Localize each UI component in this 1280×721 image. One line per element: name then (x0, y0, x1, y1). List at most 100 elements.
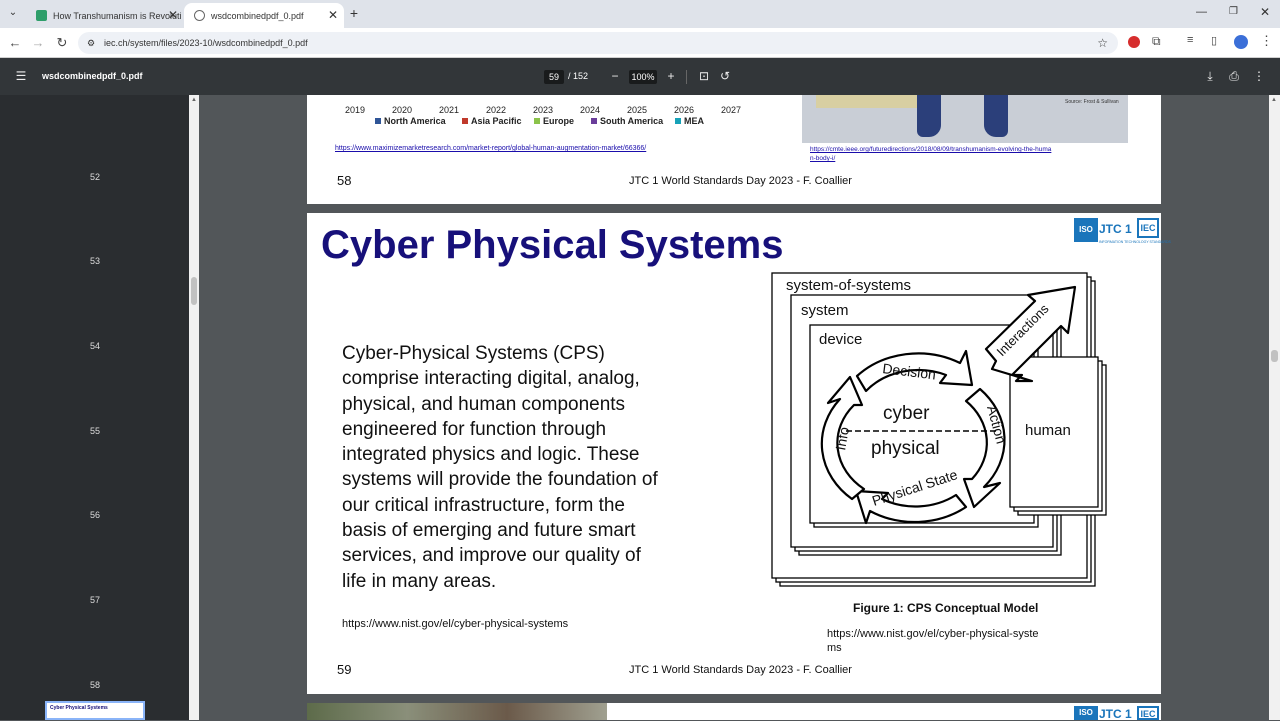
menu-icon[interactable]: ☰ (13, 68, 29, 84)
next-page-photo (307, 703, 607, 720)
thumbnail-page-label[interactable]: 58 (80, 680, 110, 690)
thumbnail-page-label[interactable]: 54 (80, 341, 110, 351)
body-line: physical, and human components (342, 393, 626, 415)
slide-title: Cyber Physical Systems (321, 223, 784, 267)
legend-swatch (462, 118, 468, 124)
nist-link-right[interactable]: https://www.nist.gov/el/cyber-physical-s… (827, 627, 1039, 655)
side-panel-icon[interactable]: ▯ (1211, 34, 1217, 47)
reference-link-line[interactable]: https://cmte.ieee.org/futuredirections/2… (810, 145, 1051, 154)
year-tick-label: 2020 (392, 105, 413, 115)
body-line: life in many areas. (342, 570, 497, 592)
pdf-toolbar: ☰ wsdcombinedpdf_0.pdf 59 / 152 − 100% +… (0, 58, 1280, 95)
label-device: device (819, 331, 862, 348)
tab-transhumanism[interactable]: How Transhumanism is Revoluti ✕ (26, 3, 184, 28)
new-tab-button[interactable]: + (346, 5, 362, 21)
download-icon[interactable]: ⤓ (1202, 68, 1218, 84)
close-tab-icon[interactable]: ✕ (328, 8, 338, 22)
rotate-icon[interactable]: ↺ (717, 68, 733, 84)
body-line: basis of emerging and future smart (342, 520, 636, 542)
nist-link-line[interactable]: ms (827, 641, 1039, 655)
thumbnail-page-label[interactable]: 53 (80, 256, 110, 266)
thumbnail-page-label[interactable]: 56 (80, 510, 110, 520)
document-scroll-up-icon[interactable]: ▲ (1271, 97, 1277, 103)
print-icon[interactable]: ⎙ (1226, 68, 1242, 84)
figure-leg-right (984, 95, 1008, 137)
body-line: comprise interacting digital, analog, (342, 368, 640, 390)
body-line: engineered for function through (342, 418, 607, 440)
legend-swatch (591, 118, 597, 124)
tab-pdf[interactable]: wsdcombinedpdf_0.pdf ✕ (184, 3, 344, 28)
logo-jtc: JTC 1 (1099, 707, 1132, 721)
reference-link-line[interactable]: n-body-i/ (810, 154, 1051, 163)
tab-title: How Transhumanism is Revoluti (53, 10, 182, 21)
label-system-of-systems: system-of-systems (786, 277, 911, 294)
thumbnail-page-label[interactable]: 52 (80, 172, 110, 182)
document-scrollbar[interactable]: ▲ (1269, 95, 1280, 720)
reference-link[interactable]: https://cmte.ieee.org/futuredirections/2… (810, 145, 1051, 163)
pdf-page-58: 2019 2020 2021 2022 2023 2024 2025 2026 2027 Nor… (307, 95, 1161, 204)
legend-label: Europe (543, 116, 575, 126)
body-line: Cyber-Physical Systems (CPS) (342, 343, 605, 364)
logo-jtc: JTC 1 (1099, 222, 1132, 236)
zoom-out-icon[interactable]: − (607, 68, 623, 84)
sidebar-scroll-thumb[interactable] (191, 277, 197, 305)
sidebar-scroll-up-icon[interactable]: ▲ (191, 97, 197, 103)
address-bar[interactable]: ⚙ iec.ch/system/files/2023-10/wsdcombine… (78, 32, 1118, 54)
page-footer: JTC 1 World Standards Day 2023 - F. Coal… (629, 664, 852, 676)
bookmark-star-icon[interactable]: ☆ (1097, 32, 1108, 54)
extensions-puzzle-icon[interactable]: ⧉ (1152, 34, 1161, 49)
reference-link[interactable]: https://www.maximizemarketresearch.com/m… (335, 145, 646, 152)
logo-iec: IEC (1137, 706, 1159, 720)
label-system: system (801, 302, 849, 319)
pdf-page-59: Cyber Physical Systems ISO JTC 1 IEC INF… (307, 213, 1171, 694)
next-page-logo: ISO JTC 1 IEC (1074, 706, 1160, 721)
document-scroll-thumb[interactable] (1271, 350, 1278, 362)
page-number-input[interactable]: 59 (544, 70, 564, 84)
page-footer: JTC 1 World Standards Day 2023 - F. Coal… (629, 175, 852, 187)
extension-red-icon[interactable] (1128, 36, 1140, 48)
nist-link-line[interactable]: https://www.nist.gov/el/cyber-physical-s… (827, 627, 1039, 641)
thumbnail-sidebar: 52 53 54 55 56 57 58 Cyber Physical Syst… (0, 95, 199, 720)
thumbnail-page-label[interactable]: 57 (80, 595, 110, 605)
page-number: 58 (337, 173, 352, 188)
sidebar-scrollbar[interactable]: ▲ (189, 95, 199, 720)
tab-strip: ⌄ How Transhumanism is Revoluti ✕ wsdcom… (0, 0, 1280, 28)
profile-avatar-icon[interactable] (1234, 35, 1248, 49)
nist-link-left[interactable]: https://www.nist.gov/el/cyber-physical-s… (342, 618, 568, 630)
close-tab-icon[interactable]: ✕ (168, 8, 178, 22)
address-toolbar: ← → ↻ ⚙ iec.ch/system/files/2023-10/wsdc… (0, 28, 1280, 58)
iso-jtc1-iec-logo: ISO JTC 1 IEC INFORMATION TECHNOLOGY STA… (1074, 216, 1171, 246)
thumbnail-page-label[interactable]: 55 (80, 426, 110, 436)
zoom-input[interactable]: 100% (629, 70, 657, 84)
toolbar-divider (686, 70, 687, 84)
site-favicon-icon (36, 10, 47, 21)
body-line: systems will provide the foundation of (342, 469, 658, 491)
year-tick-label: 2023 (533, 105, 554, 115)
thumbnail-title: Cyber Physical Systems (50, 705, 108, 711)
close-window-button[interactable]: ✕ (1260, 5, 1270, 19)
zoom-in-icon[interactable]: + (663, 68, 679, 84)
minimize-button[interactable]: — (1196, 6, 1207, 18)
forward-button[interactable]: → (29, 34, 47, 52)
image-source: Source: Frost & Sullivan (1065, 99, 1119, 105)
back-button[interactable]: ← (6, 34, 24, 52)
label-physical: physical (871, 438, 940, 459)
year-tick-label: 2019 (345, 105, 366, 115)
globe-icon (194, 10, 205, 21)
slide-body: Cyber-Physical Systems (CPS) comprise in… (342, 341, 722, 594)
year-tick-label: 2027 (721, 105, 742, 115)
site-info-icon[interactable]: ⚙ (87, 32, 95, 54)
fit-page-icon[interactable]: ⊡ (696, 68, 712, 84)
figure-caption: Figure 1: CPS Conceptual Model (853, 601, 1039, 615)
thumbnail-page-59[interactable]: Cyber Physical Systems (45, 701, 145, 720)
browser-menu-icon[interactable]: ⋮ (1260, 33, 1273, 49)
reload-button[interactable]: ↻ (53, 34, 71, 52)
media-control-icon[interactable]: ≡ (1187, 34, 1193, 46)
more-actions-icon[interactable]: ⋮ (1251, 68, 1267, 84)
tab-search-button[interactable]: ⌄ (6, 7, 20, 21)
restore-button[interactable]: ❐ (1229, 6, 1238, 17)
logo-iec: IEC (1137, 218, 1159, 238)
year-tick-label: 2021 (439, 105, 460, 115)
logo-subtitle: INFORMATION TECHNOLOGY STANDARDS (1099, 240, 1171, 244)
body-line: integrated physics and logic. These (342, 444, 640, 466)
